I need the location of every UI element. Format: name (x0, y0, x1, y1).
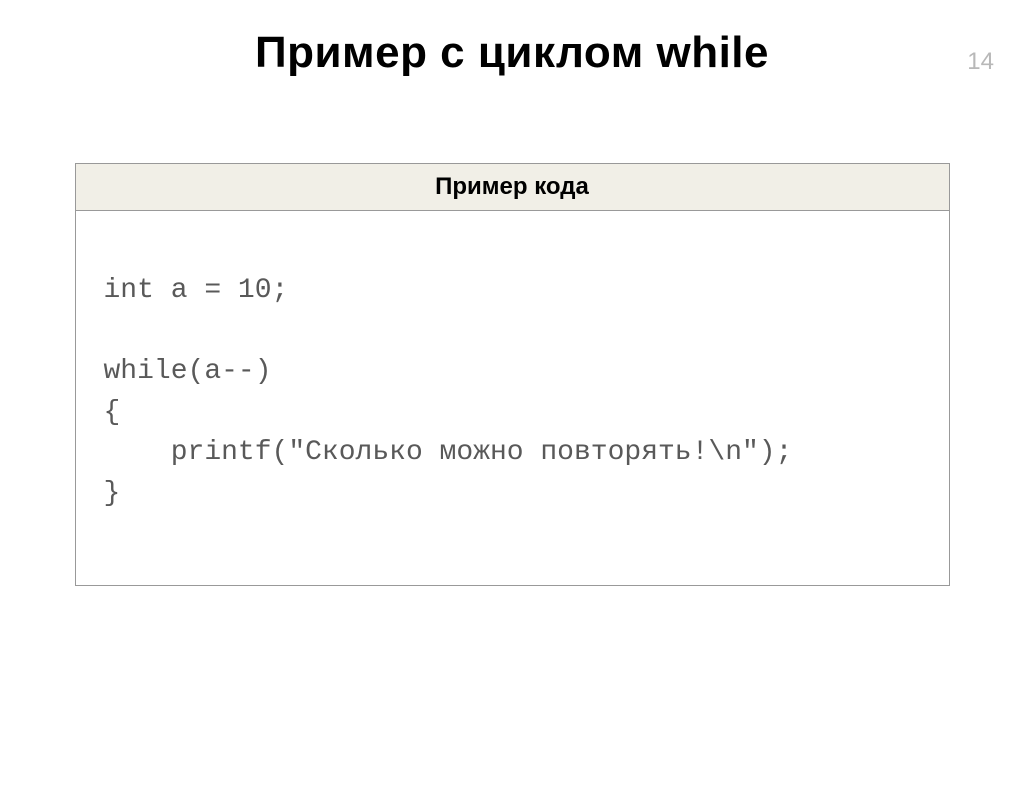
slide-title: Пример с циклом while (0, 28, 1024, 78)
page-number: 14 (967, 48, 994, 76)
code-block-header: Пример кода (76, 164, 949, 211)
code-example-container: Пример кода int a = 10; while(a--) { pri… (75, 163, 950, 586)
code-block-body: int a = 10; while(a--) { printf("Сколько… (76, 211, 949, 585)
